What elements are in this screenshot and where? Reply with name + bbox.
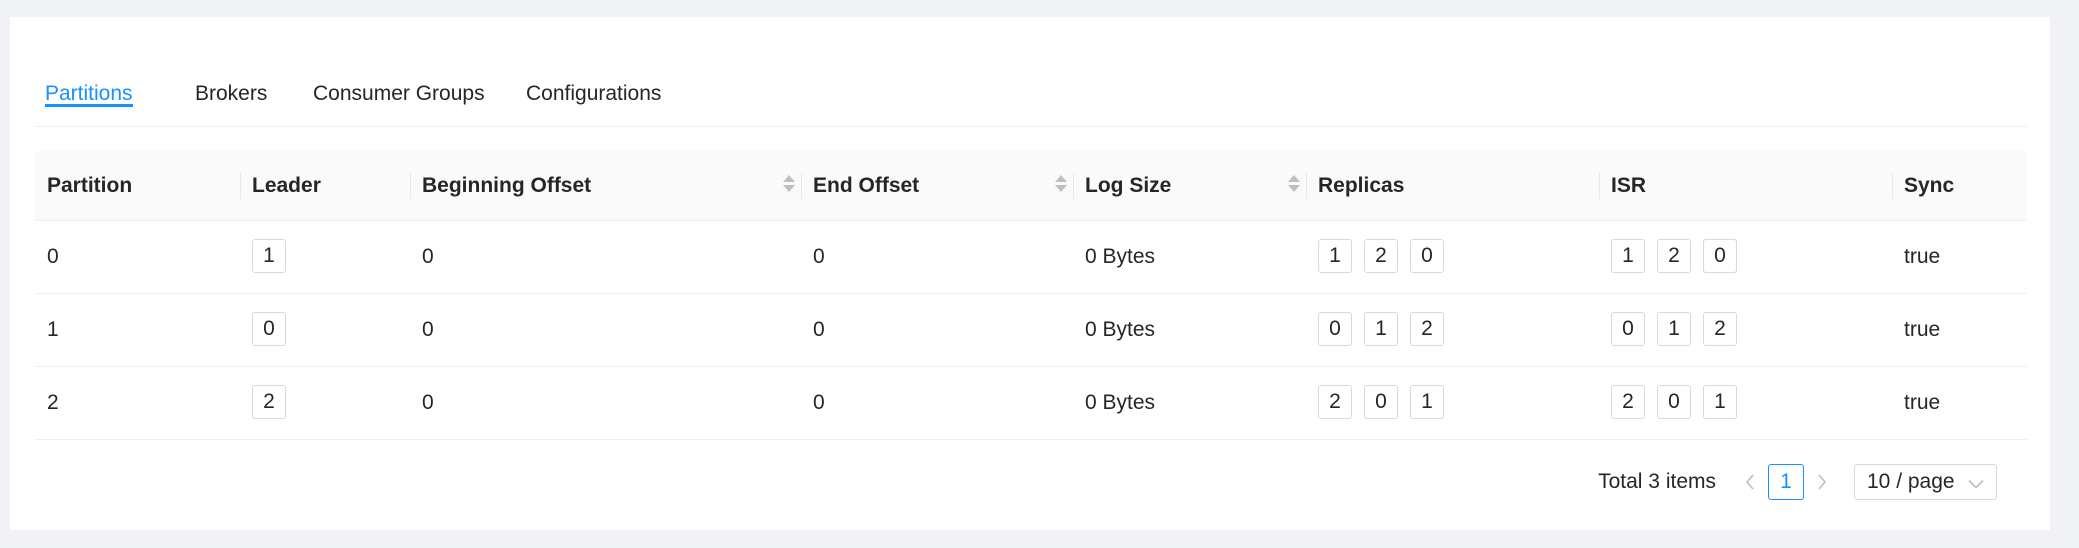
tab-configurations-label: Configurations: [526, 82, 662, 105]
broker-tag: 1: [1611, 239, 1645, 273]
sort-icon[interactable]: [1288, 175, 1300, 195]
tab-bar: Partitions Brokers Consumer Groups Confi…: [35, 67, 2027, 127]
broker-tag: 2: [1703, 312, 1737, 346]
table-row: 2 2 0 0 0 Bytes 2 0 1 2 0 1 true: [35, 367, 2027, 440]
broker-tag: 0: [1364, 385, 1398, 419]
chevron-right-icon[interactable]: [1808, 464, 1836, 500]
sync-value: true: [1904, 391, 1941, 414]
sync-value: true: [1904, 245, 1941, 268]
sort-icon[interactable]: [1055, 175, 1067, 195]
column-header-end-offset[interactable]: End Offset: [801, 151, 1073, 220]
end-offset-value: 0: [813, 318, 825, 341]
partitions-table: Partition Leader Beginning Offset End Of…: [35, 151, 2027, 440]
partition-value: 0: [47, 245, 59, 268]
table-row: 1 0 0 0 0 Bytes 0 1 2 0 1 2 true: [35, 294, 2027, 367]
broker-tag: 1: [252, 239, 286, 273]
column-header-log-size[interactable]: Log Size: [1073, 151, 1306, 220]
broker-tag: 2: [1364, 239, 1398, 273]
end-offset-value: 0: [813, 245, 825, 268]
partition-value: 2: [47, 391, 59, 414]
column-header-beginning-offset[interactable]: Beginning Offset: [410, 151, 801, 220]
broker-tag: 1: [1364, 312, 1398, 346]
tab-configurations[interactable]: Configurations: [526, 82, 661, 106]
broker-tag: 2: [1410, 312, 1444, 346]
column-divider: [1073, 173, 1074, 199]
column-header-label: Replicas: [1318, 174, 1405, 197]
column-divider: [240, 173, 241, 199]
broker-tag: 1: [1657, 312, 1691, 346]
column-divider: [410, 173, 411, 199]
broker-tag: 2: [252, 385, 286, 419]
tab-consumer-groups[interactable]: Consumer Groups: [313, 82, 485, 106]
column-header-replicas: Replicas: [1306, 151, 1599, 220]
end-offset-value: 0: [813, 391, 825, 414]
broker-tag: 1: [1318, 239, 1352, 273]
chevron-left-icon[interactable]: [1736, 464, 1764, 500]
broker-tag: 0: [1611, 312, 1645, 346]
tab-partitions[interactable]: Partitions: [45, 82, 133, 107]
column-header-sync: Sync: [1892, 151, 2027, 220]
broker-tag: 0: [1657, 385, 1691, 419]
page-size-select[interactable]: 10 / page: [1854, 464, 1997, 500]
log-size-value: 0 Bytes: [1085, 391, 1156, 414]
column-header-label: End Offset: [813, 174, 920, 197]
log-size-value: 0 Bytes: [1085, 245, 1156, 268]
column-header-label: Partition: [47, 174, 133, 197]
page-size-value: 10 / page: [1867, 470, 1955, 493]
column-header-label: Log Size: [1085, 174, 1172, 197]
broker-tag: 1: [1703, 385, 1737, 419]
column-header-partition: Partition: [35, 151, 240, 220]
broker-tag: 2: [1318, 385, 1352, 419]
column-divider: [1599, 173, 1600, 199]
column-header-label: Leader: [252, 174, 321, 197]
pagination: Total 3 items 1 10 / page: [1598, 463, 1997, 501]
tab-brokers[interactable]: Brokers: [195, 82, 267, 106]
broker-tag: 1: [1410, 385, 1444, 419]
tab-brokers-label: Brokers: [195, 82, 268, 105]
broker-tag: 0: [1703, 239, 1737, 273]
column-header-leader: Leader: [240, 151, 410, 220]
column-divider: [801, 173, 802, 199]
broker-tag: 0: [1410, 239, 1444, 273]
chevron-down-icon: [1968, 476, 1984, 494]
broker-tag: 2: [1657, 239, 1691, 273]
broker-tag: 0: [1318, 312, 1352, 346]
beginning-offset-value: 0: [422, 318, 434, 341]
log-size-value: 0 Bytes: [1085, 318, 1156, 341]
column-header-label: Beginning Offset: [422, 174, 592, 197]
column-divider: [1892, 173, 1893, 199]
column-header-isr: ISR: [1599, 151, 1892, 220]
page-1-button[interactable]: 1: [1768, 464, 1804, 500]
broker-tag: 0: [252, 312, 286, 346]
sync-value: true: [1904, 318, 1941, 341]
beginning-offset-value: 0: [422, 391, 434, 414]
column-header-label: ISR: [1611, 174, 1647, 197]
sort-icon[interactable]: [783, 175, 795, 195]
total-items-text: Total 3 items: [1598, 470, 1716, 493]
broker-tag: 2: [1611, 385, 1645, 419]
topic-detail-card: Partitions Brokers Consumer Groups Confi…: [10, 17, 2050, 530]
beginning-offset-value: 0: [422, 245, 434, 268]
column-divider: [1306, 173, 1307, 199]
tab-consumer-groups-label: Consumer Groups: [313, 82, 485, 105]
column-header-label: Sync: [1904, 174, 1955, 197]
tab-partitions-label: Partitions: [45, 82, 133, 105]
partition-value: 1: [47, 318, 59, 341]
active-tab-indicator: [45, 104, 133, 107]
table-row: 0 1 0 0 0 Bytes 1 2 0 1 2 0 true: [35, 221, 2027, 294]
table-header: Partition Leader Beginning Offset End Of…: [35, 151, 2027, 221]
